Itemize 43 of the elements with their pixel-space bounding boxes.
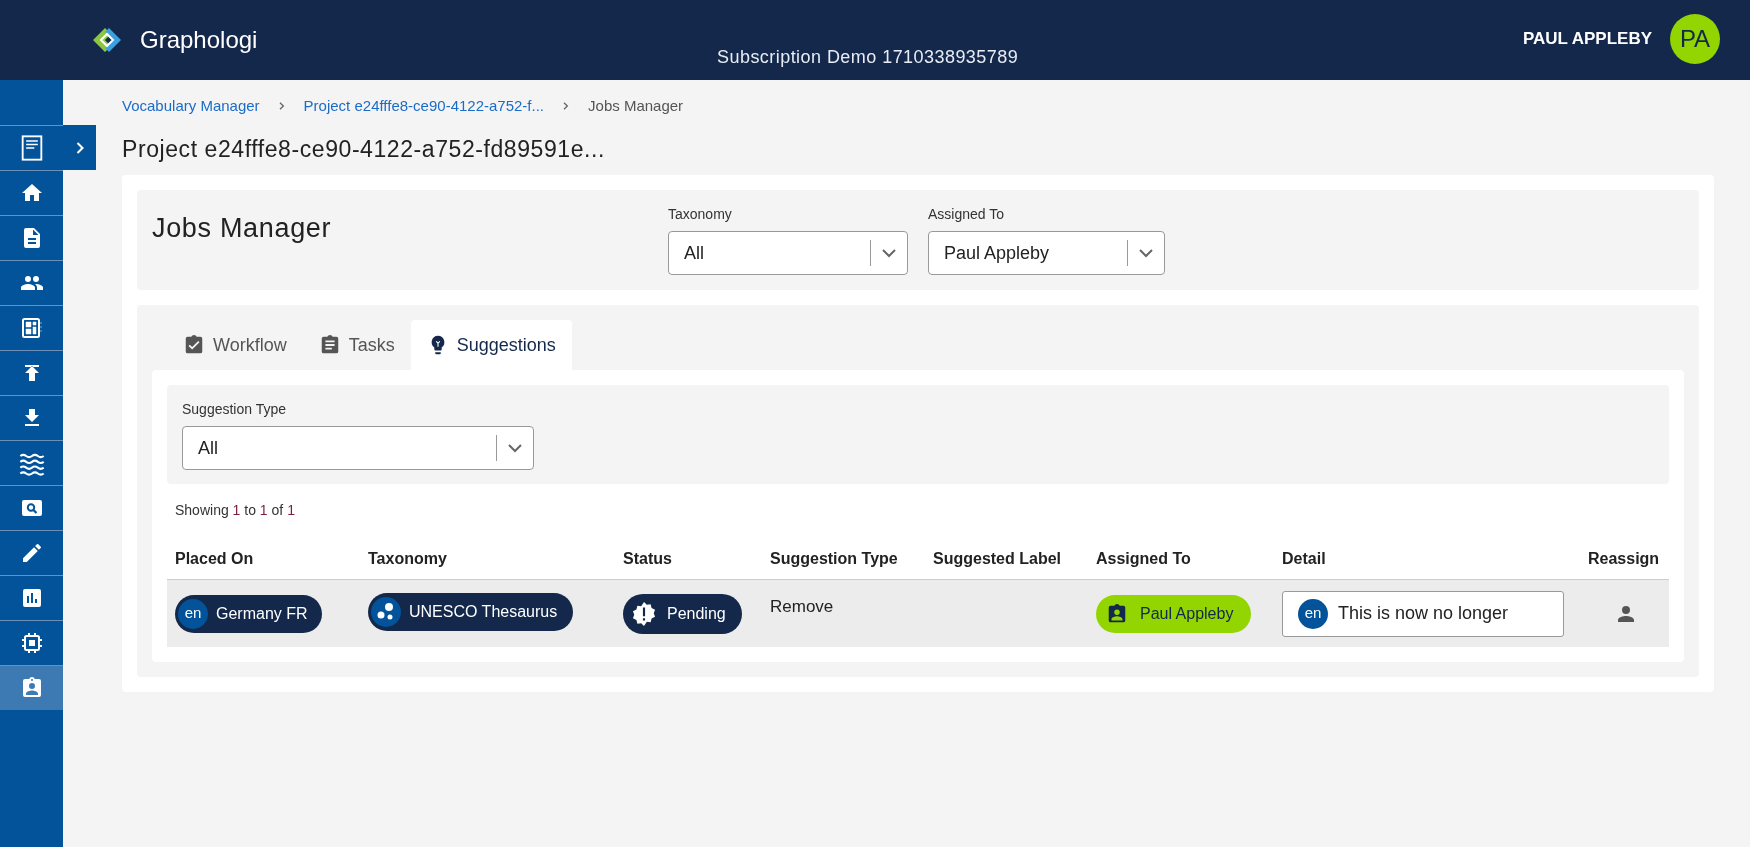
alert-icon	[631, 600, 657, 627]
tab[interactable]: Tasks	[302, 320, 411, 370]
user-avatar[interactable]: PA	[1670, 14, 1720, 64]
field-label: Taxonomy	[668, 205, 733, 224]
column-header: Suggested Label	[933, 550, 1062, 567]
column-header: Detail	[1282, 550, 1326, 567]
column-header: Status	[623, 550, 672, 567]
expand-sidebar-button[interactable]	[63, 125, 96, 170]
sidebar-item[interactable]	[0, 665, 63, 710]
taxonomy-chip: UNESCO Thesaurus	[368, 593, 574, 631]
tab[interactable]: Workflow	[167, 320, 303, 370]
column-header: Reassign	[1588, 550, 1660, 567]
select-field[interactable]: All	[182, 426, 534, 470]
language-badge: en	[178, 598, 208, 629]
column-header: Taxonomy	[368, 550, 447, 567]
column-header: Placed On	[175, 550, 254, 567]
bubbles-icon	[371, 597, 401, 627]
tab[interactable]: Suggestions	[410, 320, 572, 370]
results-count: Showing 1 to 1 of 1	[175, 501, 296, 520]
subscription-name: Subscription Demo 1710338935789	[717, 46, 1019, 69]
chip-icon	[19, 631, 44, 655]
section-title: Jobs Manager	[152, 212, 333, 245]
location-chip: en Germany FR	[175, 594, 322, 633]
breadcrumb-link[interactable]: Project e24fffe8-ce90-4122-a752-f...	[303, 94, 545, 118]
language-badge: en	[1298, 598, 1328, 629]
brand-name: Graphologi	[140, 25, 258, 55]
clipboard-check-icon	[183, 334, 205, 356]
breadcrumb-current: Jobs Manager	[588, 95, 684, 116]
status-chip: Pending	[623, 593, 742, 634]
column-header: Assigned To	[1096, 550, 1191, 567]
column-header: Suggestion Type	[770, 550, 898, 567]
detail-field[interactable]: en This is now no longer	[1282, 590, 1564, 637]
field-label: Suggestion Type	[182, 400, 288, 419]
page-title: Project e24fffe8-ce90-4122-a752-fd89591e...	[122, 135, 606, 164]
field-label: Assigned To	[928, 205, 1005, 224]
dashboard-icon	[19, 316, 44, 340]
select-field[interactable]: Paul Appleby	[928, 231, 1165, 275]
assignee-chip: Paul Appleby	[1096, 594, 1252, 633]
breadcrumb-link[interactable]: Vocabulary Manager	[122, 94, 260, 118]
user-name: PAUL APPLEBY	[1522, 28, 1652, 51]
table-cell: Remove	[770, 597, 834, 616]
id-badge-icon	[1106, 602, 1128, 625]
select-field[interactable]: All	[668, 231, 908, 275]
